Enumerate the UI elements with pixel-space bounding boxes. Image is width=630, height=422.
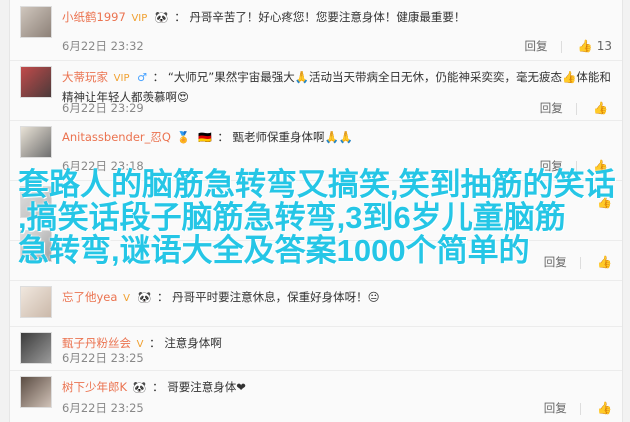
vip-badge-icon: VIP	[113, 73, 130, 84]
comment-item: 甄子丹粉丝会 V ： 注意身体啊 6月22日 23:25	[10, 326, 622, 371]
comment-text: 丹哥辛苦了！好心疼您！您要注意身体！健康最重要！	[189, 10, 466, 24]
comment-text: 丹哥平时要注意休息，保重好身体呀！😐	[172, 290, 380, 304]
comment-item: Anitassbender_忍Q 🏅 🇩🇪 ： 甄老师保重身体啊🙏🙏 6月22日…	[10, 120, 622, 181]
comment-body: 忘了他yea V 🐼 ： 丹哥平时要注意休息，保重好身体呀！😐	[62, 288, 614, 306]
reply-button[interactable]: 回复	[544, 254, 567, 270]
comment-actions: 回复 👍	[528, 158, 612, 174]
thumbs-up-icon: 👍	[597, 401, 612, 415]
comment-body: Anitassbender_忍Q 🏅 🇩🇪 ： 甄老师保重身体啊🙏🙏	[62, 128, 614, 146]
thumbs-up-icon: 👍	[593, 159, 608, 173]
medal-icon: 🏅	[176, 131, 191, 144]
username-link[interactable]: Anitassbender_忍Q	[62, 130, 171, 144]
reply-button[interactable]: 回复	[544, 400, 567, 416]
comment-item: 大蒂玩家 VIP ♂ ： “大师兄”果然宇宙最强大🙏活动当天带病全日无休，仍能神…	[10, 60, 622, 121]
reply-button[interactable]: 回复	[540, 158, 563, 174]
vip-badge-icon: V	[123, 293, 130, 304]
timestamp: 6月22日 23:25	[62, 401, 144, 415]
germany-flag-icon: 🇩🇪	[197, 131, 212, 144]
timestamp: 6月22日 23:32	[62, 39, 144, 53]
panda-icon: 🐼	[154, 11, 169, 24]
gender-male-icon: ♂	[137, 71, 148, 84]
timestamp: 6月22日 23:18	[62, 159, 144, 173]
comment-body: 大蒂玩家 VIP ♂ ： “大师兄”果然宇宙最强大🙏活动当天带病全日无休，仍能神…	[62, 68, 614, 104]
comment-separator: ：	[174, 10, 186, 24]
comment-actions: 回复 👍	[532, 254, 612, 270]
username-link[interactable]: 忘了他yea	[62, 290, 117, 304]
avatar[interactable]	[20, 286, 52, 318]
username-link[interactable]: 大蒂玩家	[62, 70, 108, 84]
avatar[interactable]	[20, 6, 52, 38]
comment-separator: ：	[152, 380, 164, 394]
reply-button[interactable]: 回复	[540, 100, 563, 116]
comment-text: 哥要注意身体❤	[167, 380, 246, 394]
timestamp: 6月22日 23:29	[62, 101, 144, 115]
comment-text: 甄老师保重身体啊🙏🙏	[232, 130, 354, 144]
comment-text: 注意身体啊	[164, 336, 222, 350]
comment-actions: 回复 👍 13	[512, 38, 612, 54]
comment-actions: 👍	[585, 194, 612, 210]
like-button[interactable]: 👍 13	[578, 38, 612, 54]
comment-item: 忘了他yea V 🐼 ： 丹哥平时要注意休息，保重好身体呀！😐	[10, 280, 622, 327]
like-button[interactable]: 👍	[593, 158, 612, 174]
username-link[interactable]: 甄子丹粉丝会	[62, 336, 131, 350]
reply-button[interactable]: 回复	[524, 38, 547, 54]
comment-list: 小纸鹤1997 VIP 🐼 ： 丹哥辛苦了！好心疼您！您要注意身体！健康最重要！…	[9, 0, 623, 422]
comment-body: 小纸鹤1997 VIP 🐼 ： 丹哥辛苦了！好心疼您！您要注意身体！健康最重要！	[62, 8, 614, 26]
panda-icon: 🐼	[137, 291, 152, 304]
comment-separator: ：	[217, 130, 229, 144]
comment-separator: ：	[149, 336, 161, 350]
username-link[interactable]: 小纸鹤1997	[62, 10, 126, 24]
thumbs-up-icon: 👍	[577, 39, 593, 53]
comment-item: 小纸鹤1997 VIP 🐼 ： 丹哥辛苦了！好心疼您！您要注意身体！健康最重要！…	[10, 0, 622, 61]
thumbs-up-icon: 👍	[597, 255, 612, 269]
avatar[interactable]	[20, 332, 52, 364]
avatar[interactable]	[20, 230, 52, 262]
username-link[interactable]: 树下少年郎K	[62, 380, 127, 394]
comment-body	[62, 188, 614, 206]
like-count: 13	[596, 39, 612, 53]
panda-icon: 🐼	[132, 381, 147, 394]
vip-badge-icon: VIP	[131, 13, 148, 24]
comment-separator: ：	[156, 290, 169, 304]
divider	[561, 40, 563, 53]
avatar[interactable]	[20, 126, 52, 158]
comment-body: 树下少年郎K 🐼 ： 哥要注意身体❤	[62, 378, 614, 396]
avatar[interactable]	[20, 186, 52, 218]
divider	[580, 402, 582, 415]
comment-separator: ：	[152, 70, 165, 84]
comment-actions: 回复 👍	[532, 400, 612, 416]
avatar[interactable]	[20, 376, 52, 408]
comment-actions: 回复 👍	[528, 100, 612, 116]
thumbs-up-icon: 👍	[593, 101, 608, 115]
comment-body: 甄子丹粉丝会 V ： 注意身体啊	[62, 334, 614, 352]
divider	[576, 102, 578, 115]
like-button[interactable]: 👍	[593, 100, 612, 116]
avatar[interactable]	[20, 66, 52, 98]
comment-item: 回复 👍	[10, 224, 622, 281]
like-button[interactable]: 👍	[597, 400, 612, 416]
comment-item: 树下少年郎K 🐼 ： 哥要注意身体❤ 6月22日 23:25 回复 👍	[10, 370, 622, 422]
divider	[576, 160, 578, 173]
thumbs-up-icon: 👍	[597, 195, 612, 209]
like-button[interactable]: 👍	[597, 194, 612, 210]
like-button[interactable]: 👍	[597, 254, 612, 270]
divider	[580, 256, 582, 269]
timestamp: 6月22日 23:25	[62, 351, 144, 365]
